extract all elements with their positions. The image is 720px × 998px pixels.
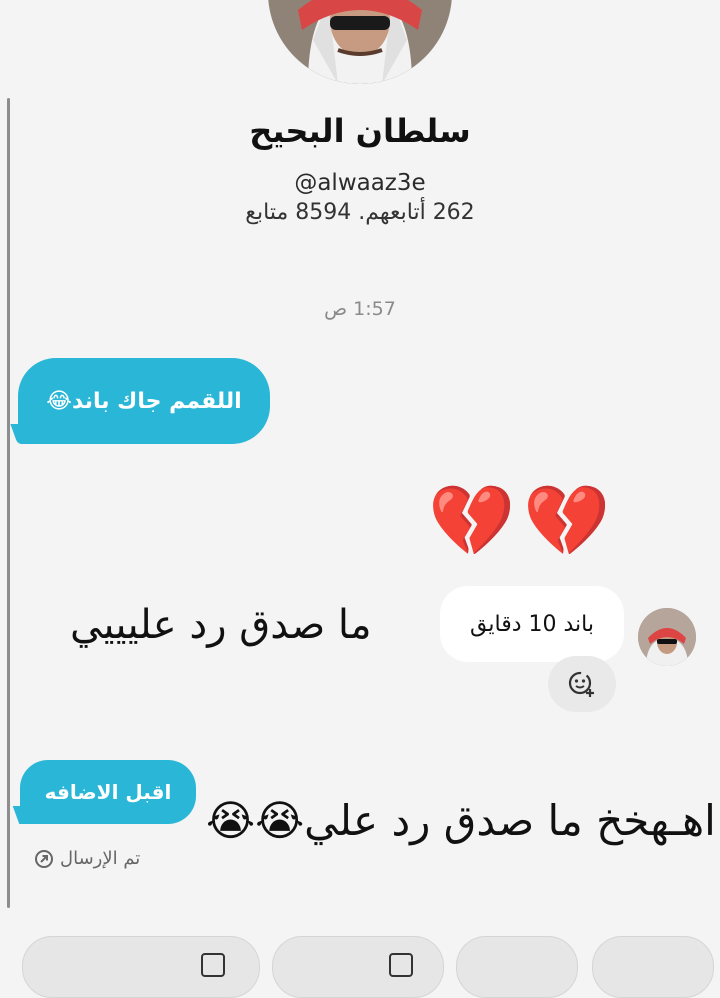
sender-photo — [638, 608, 696, 666]
quick-action-chip-2[interactable] — [272, 936, 444, 998]
arrow-circle-icon — [35, 849, 53, 868]
outgoing-message-1[interactable]: اللقمم جاك باند😂 — [18, 358, 270, 444]
sender-avatar[interactable] — [638, 608, 696, 666]
outgoing-message-2[interactable]: اقبل الاضافه — [20, 760, 196, 824]
chip-icon — [201, 953, 225, 977]
add-reaction-button[interactable] — [548, 656, 616, 712]
profile-handle: @alwaaz3e — [294, 170, 426, 196]
overlay-caption-2: اهـهخخ ما صدق رد علي😭😭 — [206, 796, 716, 845]
quick-action-chip-1[interactable] — [22, 936, 260, 998]
profile-avatar[interactable] — [268, 0, 452, 84]
sent-status: تم الإرسال — [34, 848, 140, 869]
sent-status-label: تم الإرسال — [60, 848, 141, 869]
message-timestamp: 1:57 ص — [324, 298, 396, 320]
overlay-caption-1: ما صدق رد عليييي — [70, 602, 372, 648]
quick-action-chip-4[interactable] — [592, 936, 714, 998]
quick-action-chip-3[interactable] — [456, 936, 578, 998]
profile-name: سلطان البحيح — [249, 112, 471, 150]
incoming-message[interactable]: باند 10 دقايق — [440, 586, 624, 662]
profile-stats: 262 أتابعهم. 8594 متابع — [245, 200, 475, 225]
broken-hearts-sticker: 💔💔 — [428, 480, 619, 562]
profile-photo — [268, 0, 452, 84]
add-reaction-icon — [568, 671, 594, 697]
chip-icon — [389, 953, 413, 977]
